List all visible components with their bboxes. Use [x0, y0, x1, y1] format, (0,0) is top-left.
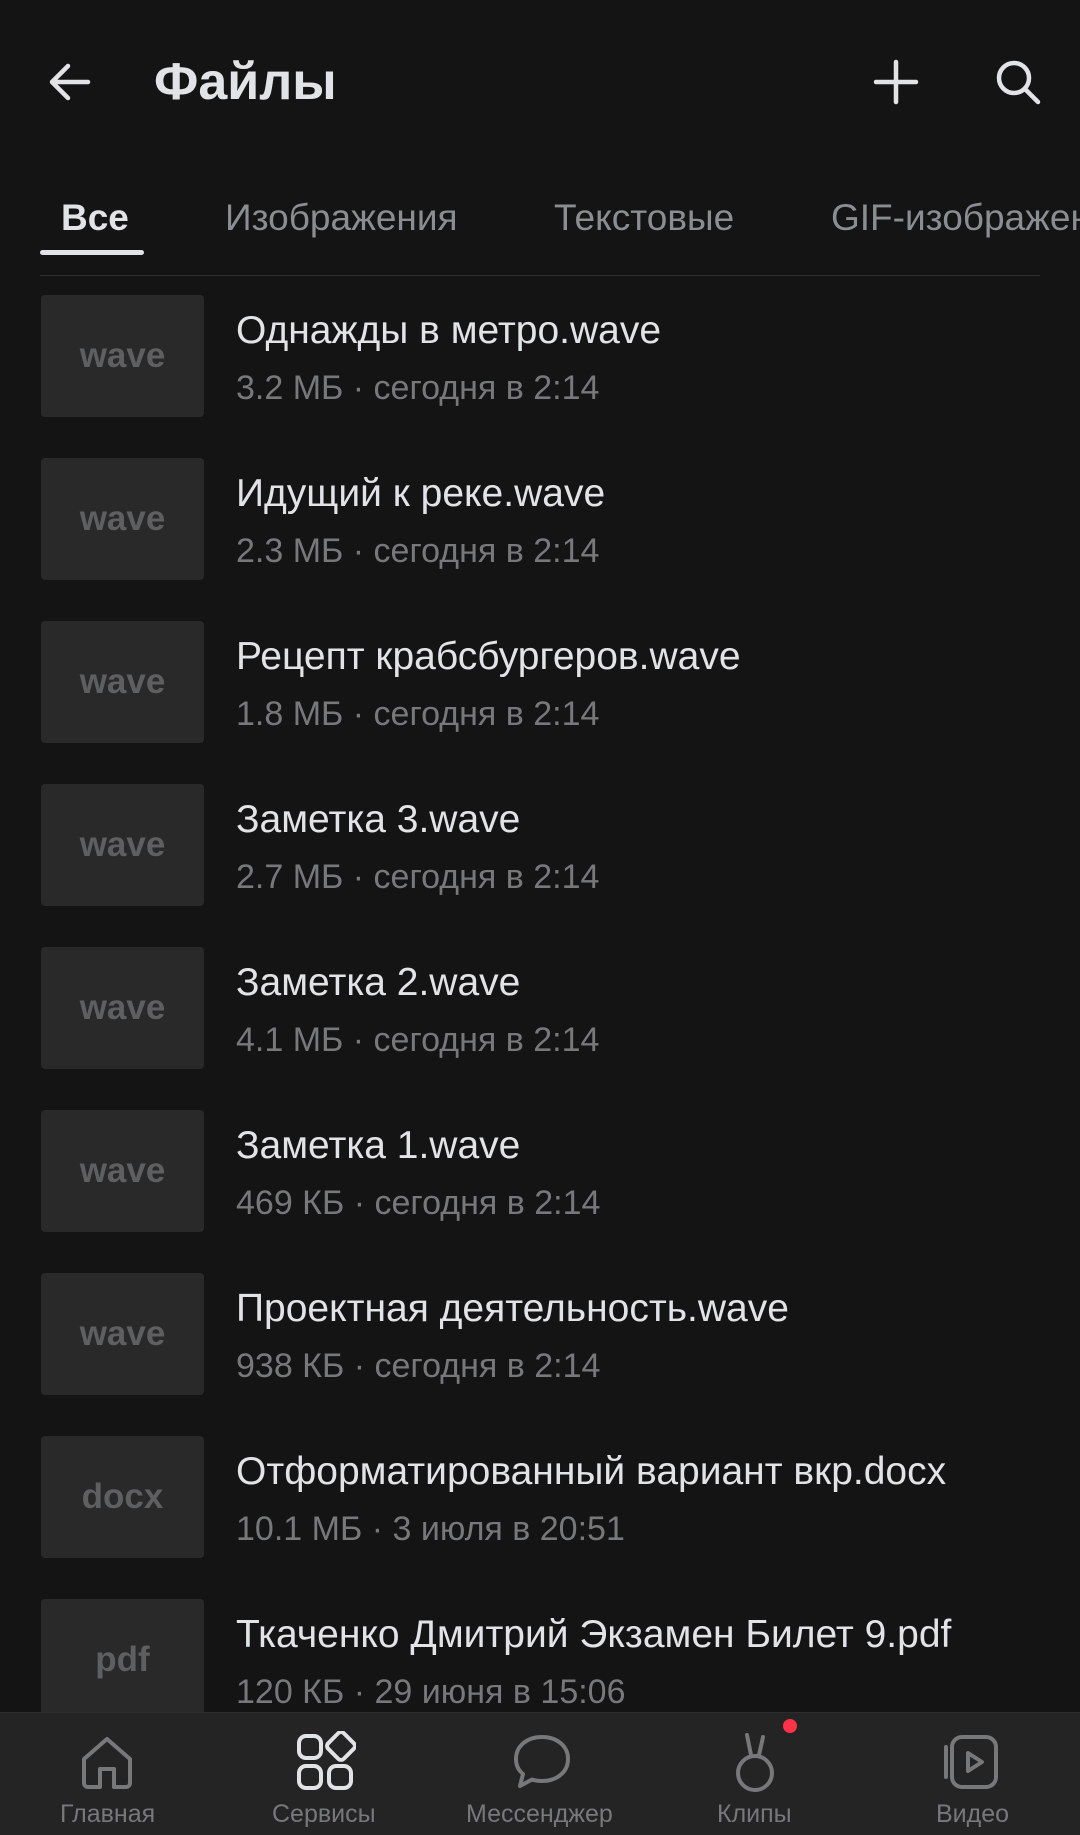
file-extension: wave: [79, 1151, 166, 1190]
list-item[interactable]: wave Проектная деятельность.wave 938 КБ …: [0, 1273, 1080, 1395]
tab-text[interactable]: Текстовые: [554, 192, 734, 244]
file-meta: 3.2 МБ · сегодня в 2:14: [236, 369, 600, 407]
file-name: Однажды в метро.wave: [236, 309, 662, 352]
list-item[interactable]: pdf Ткаченко Дмитрий Экзамен Билет 9.pdf…: [0, 1599, 1080, 1721]
nav-home[interactable]: Главная: [47, 1713, 167, 1835]
file-extension: wave: [79, 662, 166, 701]
file-extension: wave: [79, 988, 166, 1027]
file-meta: 1.8 МБ · сегодня в 2:14: [236, 695, 600, 733]
messenger-icon: [507, 1727, 577, 1797]
list-item[interactable]: wave Однажды в метро.wave 3.2 МБ · сегод…: [0, 295, 1080, 417]
page-title: Файлы: [154, 53, 337, 111]
file-name: Ткаченко Дмитрий Экзамен Билет 9.pdf: [236, 1613, 952, 1656]
filter-tabs: Все Изображения Текстовые GIF-изображени…: [0, 180, 1080, 276]
tab-gif[interactable]: GIF-изображения: [831, 192, 1080, 244]
file-meta: 10.1 МБ · 3 июля в 20:51: [236, 1510, 625, 1548]
file-meta: 4.1 МБ · сегодня в 2:14: [236, 1021, 600, 1059]
file-thumbnail: pdf: [41, 1599, 204, 1721]
active-tab-indicator: [40, 250, 144, 255]
tab-images[interactable]: Изображения: [225, 192, 458, 244]
file-extension: wave: [79, 1314, 166, 1353]
nav-clips[interactable]: Клипы: [700, 1713, 820, 1835]
file-extension: wave: [79, 499, 166, 538]
nav-services[interactable]: Сервисы: [260, 1713, 390, 1835]
back-button[interactable]: [40, 52, 100, 112]
file-thumbnail: wave: [41, 947, 204, 1069]
arrow-left-icon: [49, 63, 91, 101]
clips-icon: [723, 1727, 793, 1797]
nav-video[interactable]: Видео: [912, 1713, 1032, 1835]
file-meta: 938 КБ · сегодня в 2:14: [236, 1347, 601, 1385]
add-file-button[interactable]: [866, 52, 926, 112]
file-thumbnail: wave: [41, 458, 204, 580]
list-item[interactable]: wave Заметка 2.wave 4.1 МБ · сегодня в 2…: [0, 947, 1080, 1069]
file-extension: wave: [79, 825, 166, 864]
file-extension: pdf: [95, 1640, 150, 1679]
notification-dot: [783, 1719, 797, 1733]
file-extension: docx: [81, 1477, 164, 1516]
nav-messenger[interactable]: Мессенджер: [462, 1713, 622, 1835]
nav-label: Мессенджер: [466, 1800, 613, 1828]
files-screen: Файлы Все Изображения Текстовые GIF-изоб…: [0, 0, 1080, 1835]
nav-label: Главная: [60, 1800, 156, 1828]
list-item[interactable]: docx Отформатированный вариант вкр.docx …: [0, 1436, 1080, 1558]
search-button[interactable]: [988, 52, 1048, 112]
nav-label: Клипы: [717, 1800, 792, 1828]
bottom-navigation: Главная Сервисы Мессенджер Клипы Видео: [0, 1712, 1080, 1835]
video-icon: [936, 1727, 1006, 1797]
list-item[interactable]: wave Заметка 3.wave 2.7 МБ · сегодня в 2…: [0, 784, 1080, 906]
home-icon: [72, 1727, 142, 1797]
plus-icon: [873, 59, 919, 105]
list-item[interactable]: wave Заметка 1.wave 469 КБ · сегодня в 2…: [0, 1110, 1080, 1232]
file-meta: 120 КБ · 29 июня в 15:06: [236, 1673, 626, 1711]
header: Файлы: [0, 0, 1080, 170]
file-thumbnail: wave: [41, 784, 204, 906]
file-name: Заметка 1.wave: [236, 1124, 521, 1167]
file-meta: 469 КБ · сегодня в 2:14: [236, 1184, 601, 1222]
nav-label: Видео: [936, 1800, 1010, 1828]
file-thumbnail: wave: [41, 621, 204, 743]
file-thumbnail: docx: [41, 1436, 204, 1558]
file-extension: wave: [79, 336, 166, 375]
file-name: Заметка 2.wave: [236, 961, 521, 1004]
file-meta: 2.3 МБ · сегодня в 2:14: [236, 532, 600, 570]
list-item[interactable]: wave Рецепт крабсбургеров.wave 1.8 МБ · …: [0, 621, 1080, 743]
file-thumbnail: wave: [41, 1273, 204, 1395]
file-name: Идущий к реке.wave: [236, 472, 606, 515]
file-name: Заметка 3.wave: [236, 798, 521, 841]
list-item[interactable]: wave Идущий к реке.wave 2.3 МБ · сегодня…: [0, 458, 1080, 580]
nav-label: Сервисы: [272, 1800, 376, 1828]
file-thumbnail: wave: [41, 295, 204, 417]
search-icon: [996, 60, 1041, 105]
file-name: Рецепт крабсбургеров.wave: [236, 635, 741, 678]
file-name: Отформатированный вариант вкр.docx: [236, 1450, 947, 1493]
tab-all[interactable]: Все: [61, 192, 129, 244]
file-meta: 2.7 МБ · сегодня в 2:14: [236, 858, 600, 896]
file-thumbnail: wave: [41, 1110, 204, 1232]
services-icon: [290, 1727, 360, 1797]
divider: [40, 275, 1040, 276]
file-name: Проектная деятельность.wave: [236, 1287, 789, 1330]
